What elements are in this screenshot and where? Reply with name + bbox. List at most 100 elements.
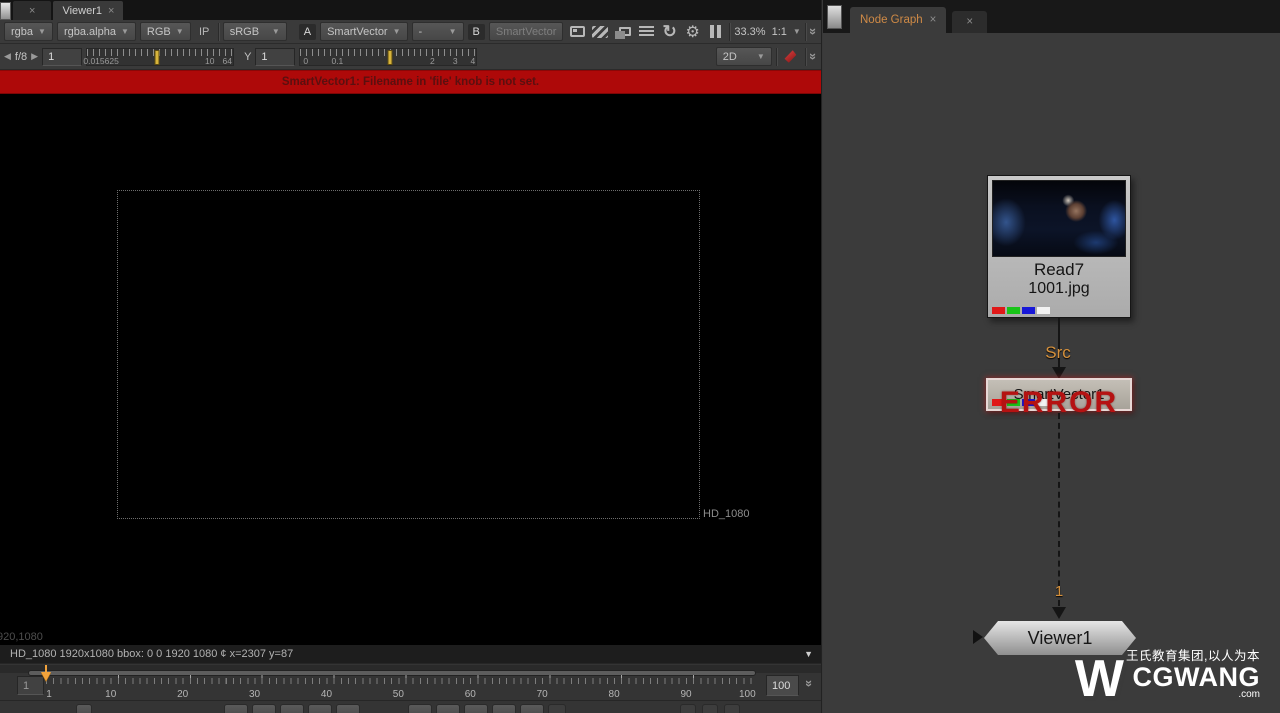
ruler-label: 100 (738, 689, 756, 700)
node-file-label: 1001.jpg (1028, 280, 1090, 297)
connector-smartvector-to-viewer (1058, 413, 1060, 606)
tab-empty[interactable]: × (13, 1, 52, 20)
gain-slider-handle[interactable] (154, 49, 160, 65)
timeline-scrollbar[interactable] (0, 665, 821, 676)
tab-label: Viewer1 (62, 4, 102, 17)
gain-input[interactable]: 1 (42, 47, 83, 66)
src-input-label: Src (1045, 343, 1071, 362)
a-buffer-dropdown[interactable]: SmartVector ▼ (320, 22, 408, 41)
timeline: 1 1 10 20 30 40 50 60 70 80 90 100 100 » (0, 663, 821, 700)
close-icon[interactable]: × (966, 16, 973, 28)
tab-label: Node Graph (860, 14, 923, 26)
gain-prev-arrow-icon[interactable]: ◀ (4, 51, 11, 62)
gamma-slider-handle[interactable] (387, 49, 393, 65)
ruler-label: 1 (46, 689, 52, 700)
transport-controls (0, 700, 821, 713)
transport-button[interactable] (436, 704, 460, 713)
zoom-dropdown-arrow[interactable]: ▼ (793, 27, 801, 36)
transport-button[interactable] (336, 704, 360, 713)
node-graph-canvas[interactable]: Read7 1001.jpg Src SmartVector1 ERROR 1 … (823, 33, 1280, 713)
transport-button[interactable] (308, 704, 332, 713)
b-buffer-label[interactable]: B (467, 23, 485, 40)
pause-icon[interactable] (706, 23, 725, 41)
error-message: SmartVector1: Filename in 'file' knob is… (281, 76, 540, 88)
viewer-side-input-arrow-icon (973, 630, 983, 644)
gamma-slider[interactable]: 0 0.1 1 2 3 4 (299, 47, 478, 66)
pane-split-icon[interactable] (0, 2, 11, 20)
divider (775, 47, 777, 66)
proxy-icon[interactable] (614, 23, 633, 41)
roi-icon[interactable] (567, 23, 586, 41)
ruler-label: 70 (536, 689, 548, 700)
viewer-tabbar: × Viewer1 × (0, 0, 821, 20)
tab-node-graph[interactable]: Node Graph × (850, 7, 947, 33)
gamma-label[interactable]: Y (244, 51, 251, 63)
node-graph-panel: Node Graph × × Read7 1001.jpg Src SmartV… (823, 0, 1280, 713)
transport-button[interactable] (408, 704, 432, 713)
gain-slider[interactable]: 0.015625 1 10 64 (83, 47, 235, 66)
node-read7[interactable]: Read7 1001.jpg (987, 175, 1131, 318)
input-process-toggle[interactable]: IP (195, 23, 214, 41)
status-dropdown-arrow-icon[interactable]: ▼ (804, 649, 813, 659)
frame-ruler[interactable]: 1 10 20 30 40 50 60 70 80 90 100 (46, 675, 758, 701)
view-mode-dropdown[interactable]: 2D ▼ (715, 47, 772, 66)
zoom-ratio-button[interactable]: 1:1 (772, 26, 787, 38)
ruler-ticks (46, 675, 758, 684)
transport-button[interactable] (548, 704, 566, 713)
close-icon[interactable]: × (108, 5, 114, 17)
close-icon[interactable]: × (29, 5, 35, 17)
viewer-canvas[interactable]: HD_1080 920,1080 (0, 94, 821, 645)
error-banner: SmartVector1: Filename in 'file' knob is… (0, 70, 821, 94)
alpha-layer-dropdown[interactable]: rgba.alpha ▼ (56, 22, 136, 41)
collapse-chevron-icon[interactable]: » (806, 28, 821, 35)
wipe-icon[interactable] (591, 23, 610, 41)
ruler-label: 30 (248, 689, 261, 700)
a-buffer-label[interactable]: A (298, 23, 317, 40)
format-label: HD_1080 (703, 508, 750, 520)
transport-button[interactable] (702, 704, 718, 713)
node-graph-tabbar: Node Graph × × (823, 0, 1280, 33)
fstop-label[interactable]: f/8 (15, 51, 27, 63)
playhead[interactable] (41, 665, 51, 681)
collapse-chevron-icon[interactable]: » (806, 53, 821, 60)
scanline-icon[interactable] (637, 23, 656, 41)
gamma-input[interactable]: 1 (255, 47, 296, 66)
viewer-process-dropdown[interactable]: sRGB ▼ (222, 22, 287, 41)
display-channels-dropdown[interactable]: RGB ▼ (139, 22, 191, 41)
read-thumbnail (992, 180, 1126, 257)
divider (729, 22, 731, 41)
transport-button[interactable] (520, 704, 544, 713)
tab-empty[interactable]: × (952, 11, 988, 33)
transport-button[interactable] (724, 704, 740, 713)
b-buffer-dropdown[interactable]: SmartVector (488, 22, 564, 41)
range-end-box[interactable]: 100 (766, 675, 799, 696)
watermark: W 王氏教育集团,以人为本 CGWANG .com (1074, 645, 1260, 709)
ruler-label: 90 (680, 689, 692, 700)
transport-button[interactable] (464, 704, 488, 713)
layer-dropdown[interactable]: rgba ▼ (4, 22, 53, 41)
ab-blend-dropdown[interactable]: - ▼ (411, 22, 464, 41)
pane-split-icon[interactable] (827, 4, 842, 29)
transport-button[interactable] (76, 704, 92, 713)
range-start-box[interactable]: 1 (17, 676, 44, 695)
resolution-label: 920,1080 (0, 631, 43, 643)
refresh-icon[interactable]: ↻ (660, 22, 679, 41)
viewer-toolbar-exposure: ◀ f/8 ▶ 1 0.015625 1 10 64 Y 1 0 0.1 1 2… (0, 44, 821, 70)
transport-button[interactable] (224, 704, 248, 713)
gear-icon[interactable]: ⚙ (683, 23, 702, 41)
tab-viewer1[interactable]: Viewer1 × (53, 1, 124, 20)
transport-button[interactable] (680, 704, 696, 713)
ruler-label: 80 (608, 689, 620, 700)
connector-arrow-icon (1052, 607, 1066, 619)
rotopaint-brush-icon[interactable] (781, 48, 801, 66)
timeline-chevron-icon[interactable]: » (802, 680, 817, 687)
transport-button[interactable] (252, 704, 276, 713)
close-icon[interactable]: × (930, 14, 937, 26)
node-error-label: ERROR (999, 386, 1119, 419)
transport-button[interactable] (492, 704, 516, 713)
gain-next-arrow-icon[interactable]: ▶ (31, 51, 38, 62)
watermark-brand: CGWANG (1132, 662, 1260, 692)
watermark-logo: W (1074, 650, 1125, 709)
transport-button[interactable] (280, 704, 304, 713)
zoom-level[interactable]: 33.3% (734, 26, 765, 38)
